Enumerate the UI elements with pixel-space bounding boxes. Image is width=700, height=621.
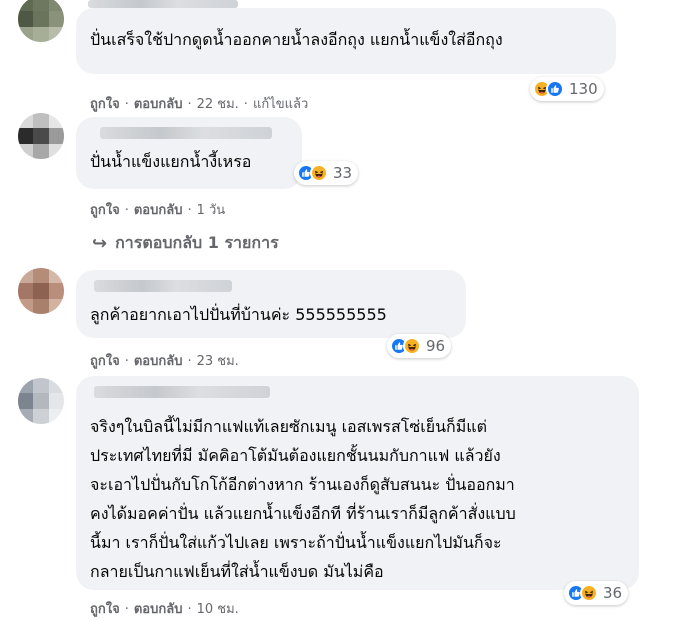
comment-bubble: ปั่นเสร็จใช้ปากดูดน้ำออกคายน้ำลงอีกถุง แ… [76, 8, 616, 74]
reactions-badge[interactable]: 96 [387, 334, 452, 358]
comment-text: ปั่นเสร็จใช้ปากดูดน้ำออกคายน้ำลงอีกถุง แ… [90, 30, 503, 49]
reply-arrow-icon: ↪ [92, 233, 108, 254]
author-name-blurred [100, 127, 272, 139]
replies-count-label: การตอบกลับ 1 รายการ [115, 233, 279, 252]
author-name-blurred [94, 386, 270, 398]
timestamp[interactable]: 10 ชม. [197, 602, 239, 617]
timestamp[interactable]: 1 วัน [197, 203, 226, 218]
like-link[interactable]: ถูกใจ [90, 602, 120, 617]
comment-bubble: จริงๆในบิลนี้ไม่มีกาแฟแท้เลยซักเมนู เอสเ… [76, 376, 639, 590]
timestamp[interactable]: 22 ชม. [197, 97, 239, 112]
like-icon [546, 80, 564, 98]
comment-meta: ถูกใจ · ตอบกลับ · 10 ชม. [90, 602, 239, 617]
avatar[interactable] [18, 0, 64, 42]
haha-icon [403, 337, 421, 355]
haha-icon [580, 584, 598, 602]
edited-label[interactable]: แก้ไขแล้ว [253, 97, 308, 112]
avatar[interactable] [18, 378, 64, 424]
comment-text: ลูกค้าอยากเอาไปปั่นที่บ้านค่ะ 555555555 [90, 305, 387, 324]
reply-link[interactable]: ตอบกลับ [134, 97, 183, 112]
comment-meta: ถูกใจ · ตอบกลับ · 22 ชม. · แก้ไขแล้ว [90, 97, 309, 112]
like-link[interactable]: ถูกใจ [90, 97, 120, 112]
comment-bubble: ลูกค้าอยากเอาไปปั่นที่บ้านค่ะ 555555555 [76, 270, 466, 338]
like-link[interactable]: ถูกใจ [90, 203, 120, 218]
reactions-badge[interactable]: 36 [564, 581, 629, 605]
reactions-badge[interactable]: 33 [294, 161, 359, 185]
comment-bubble: ปั่นน้ำแข็งแยกน้ำงี้เหรอ [76, 117, 302, 189]
reactions-badge[interactable]: 130 [530, 77, 604, 101]
reply-link[interactable]: ตอบกลับ [134, 602, 183, 617]
avatar[interactable] [18, 113, 64, 159]
comment-text: ปั่นน้ำแข็งแยกน้ำงี้เหรอ [90, 152, 252, 171]
comment-text: จริงๆในบิลนี้ไม่มีกาแฟแท้เลยซักเมนู เอสเ… [90, 417, 516, 581]
author-name-blurred [88, 0, 238, 8]
haha-icon [310, 164, 328, 182]
comment-meta: ถูกใจ · ตอบกลับ · 1 วัน [90, 203, 226, 218]
reply-link[interactable]: ตอบกลับ [134, 203, 183, 218]
like-link[interactable]: ถูกใจ [90, 354, 120, 369]
view-replies-link[interactable]: ↪ การตอบกลับ 1 รายการ [92, 231, 279, 256]
reaction-count: 33 [333, 164, 353, 182]
comment-meta: ถูกใจ · ตอบกลับ · 23 ชม. [90, 354, 239, 369]
avatar[interactable] [18, 268, 64, 314]
reaction-count: 36 [603, 584, 623, 602]
reaction-count: 96 [426, 337, 446, 355]
reaction-count: 130 [569, 80, 598, 98]
reply-link[interactable]: ตอบกลับ [134, 354, 183, 369]
timestamp[interactable]: 23 ชม. [197, 354, 239, 369]
author-name-blurred [94, 280, 232, 292]
